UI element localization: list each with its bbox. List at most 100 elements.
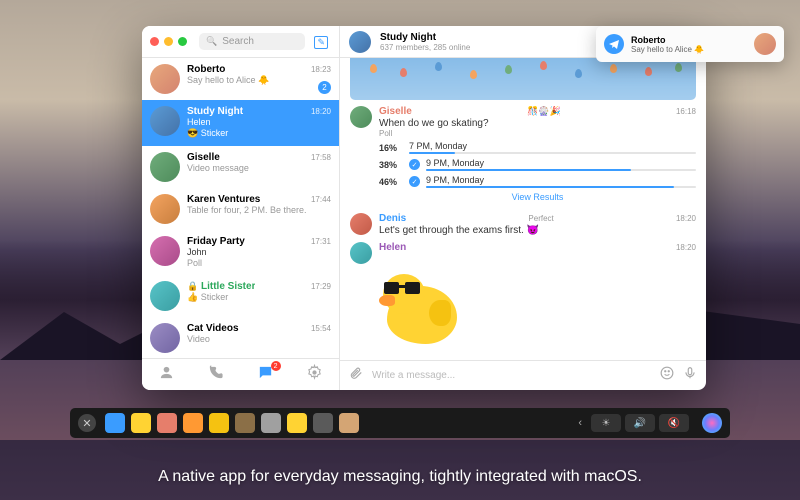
poll-option[interactable]: 16% 7 PM, Monday	[379, 141, 696, 154]
avatar	[150, 194, 180, 224]
message-author: Denis	[379, 213, 406, 224]
unread-badge: 2	[318, 81, 331, 94]
touchbar-chevron-icon[interactable]: ‹	[578, 417, 582, 429]
notification-title: Roberto	[631, 35, 747, 45]
header-avatar[interactable]	[349, 31, 371, 53]
chat-item-roberto[interactable]: Roberto 18:23 Say hello to Alice 🐥 2	[142, 58, 339, 100]
emoji-button[interactable]	[660, 366, 674, 385]
touchbar-sticker[interactable]	[183, 413, 203, 433]
poll-option-label: 9 PM, Monday	[426, 175, 696, 185]
avatar[interactable]	[350, 106, 372, 128]
tab-chats[interactable]: 2	[257, 364, 274, 385]
search-input[interactable]: Search	[199, 33, 305, 50]
maximize-window-button[interactable]	[178, 37, 187, 46]
telegram-icon	[604, 34, 624, 54]
chat-preview: Table for four, 2 PM. Be there.	[187, 205, 307, 216]
message-time: 16:18	[676, 107, 696, 116]
chat-item-study-night[interactable]: Study Night18:20 Helen 😎 Sticker	[142, 100, 339, 146]
avatar[interactable]	[350, 213, 372, 235]
touchbar-brightness-button[interactable]: ☀	[591, 414, 621, 432]
touchbar-siri-button[interactable]	[702, 413, 722, 433]
chat-name: Little Sister	[201, 281, 255, 292]
chat-item-giselle[interactable]: Giselle17:58 Video message	[142, 146, 339, 188]
touchbar-sticker[interactable]	[105, 413, 125, 433]
chat-preview: Video message	[187, 163, 307, 174]
touchbar-sticker[interactable]	[209, 413, 229, 433]
tab-contacts[interactable]	[158, 364, 175, 385]
message-input-bar: Write a message...	[340, 360, 706, 390]
chat-time: 15:54	[311, 324, 331, 333]
poll-option[interactable]: 46% ✓ 9 PM, Monday	[379, 175, 696, 188]
search-icon	[206, 36, 217, 47]
message-status: Perfect	[528, 214, 553, 223]
chat-item-cat-videos[interactable]: Cat Videos 15:54 Video	[142, 317, 339, 358]
chat-time: 17:29	[311, 282, 331, 291]
poll-option-label: 9 PM, Monday	[426, 158, 696, 168]
message-sticker: Helen 18:20	[350, 242, 696, 264]
minimize-window-button[interactable]	[164, 37, 173, 46]
touchbar-sticker[interactable]	[287, 413, 307, 433]
chat-item-little-sister[interactable]: 🔒 Little Sister17:29 👍 Sticker	[142, 275, 339, 317]
sidebar: Search Roberto 18:23 Say hello to Alice 🐥…	[142, 26, 340, 390]
avatar[interactable]	[350, 242, 372, 264]
chat-name: Study Night	[187, 106, 243, 117]
bottom-tabs: 2	[142, 358, 339, 390]
poll-option[interactable]: 38% ✓ 9 PM, Monday	[379, 158, 696, 171]
message-poll: Giselle 🎊🎡🎉 16:18 When do we go skating?…	[350, 106, 696, 207]
main-panel: Study Night 637 members, 285 online ••• …	[340, 26, 706, 390]
messages-area[interactable]: Giselle 🎊🎡🎉 16:18 When do we go skating?…	[340, 58, 706, 360]
poll-label: Poll	[379, 129, 696, 138]
touchbar-sticker[interactable]	[339, 413, 359, 433]
chat-time: 18:23	[311, 65, 331, 74]
message-text: Let's get through the exams first. 😈	[379, 225, 696, 236]
touchbar-sticker[interactable]	[157, 413, 177, 433]
chat-item-karen[interactable]: Karen Ventures17:44 Table for four, 2 PM…	[142, 188, 339, 230]
voice-button[interactable]	[683, 366, 697, 385]
touchbar-sticker[interactable]	[131, 413, 151, 433]
message-input[interactable]: Write a message...	[372, 370, 651, 381]
avatar	[150, 323, 180, 353]
message-author: Giselle	[379, 106, 412, 117]
tab-settings[interactable]	[306, 364, 323, 385]
compose-icon	[314, 34, 328, 48]
avatar	[150, 236, 180, 266]
chat-name: Friday Party	[187, 236, 245, 247]
avatar	[150, 64, 180, 94]
chat-preview: 😎 Sticker	[187, 128, 307, 139]
touchbar-close-button[interactable]: ✕	[78, 414, 96, 432]
touchbar-sticker[interactable]	[235, 413, 255, 433]
chat-sender: John	[187, 247, 207, 257]
chat-item-friday-party[interactable]: Friday Party17:31 John Poll	[142, 230, 339, 276]
traffic-lights	[150, 37, 187, 46]
touchbar-mute-button[interactable]: 🔇	[659, 414, 689, 432]
chat-preview: Say hello to Alice 🐥	[187, 75, 307, 86]
poll-percent: 16%	[379, 143, 403, 153]
marketing-caption: A native app for everyday messaging, tig…	[0, 468, 800, 486]
chat-name: Cat Videos	[187, 323, 239, 334]
chat-preview: Video	[187, 334, 307, 345]
chat-list[interactable]: Roberto 18:23 Say hello to Alice 🐥 2 Stud…	[142, 58, 339, 358]
avatar	[150, 152, 180, 182]
chat-name: Roberto	[187, 64, 225, 75]
poll-percent: 46%	[379, 177, 403, 187]
message-time: 18:20	[676, 243, 696, 252]
attach-button[interactable]	[349, 366, 363, 385]
app-window: Search Roberto 18:23 Say hello to Alice 🐥…	[142, 26, 706, 390]
avatar	[150, 106, 180, 136]
touch-bar: ✕ ‹ ☀ 🔊 🔇	[70, 408, 730, 438]
poll-option-label: 7 PM, Monday	[409, 141, 696, 151]
duck-sticker[interactable]	[379, 270, 465, 346]
close-window-button[interactable]	[150, 37, 159, 46]
touchbar-volume-button[interactable]: 🔊	[625, 414, 655, 432]
pinned-image[interactable]	[350, 58, 696, 100]
chat-name: Karen Ventures	[187, 194, 260, 205]
view-results-button[interactable]: View Results	[379, 192, 696, 202]
compose-button[interactable]	[311, 34, 331, 49]
touchbar-sticker[interactable]	[261, 413, 281, 433]
poll-percent: 38%	[379, 160, 403, 170]
tab-calls[interactable]	[207, 364, 224, 385]
check-icon: ✓	[409, 176, 420, 187]
titlebar: Search	[142, 26, 339, 58]
notification-banner[interactable]: Roberto Say hello to Alice 🐥	[596, 26, 784, 62]
touchbar-sticker[interactable]	[313, 413, 333, 433]
